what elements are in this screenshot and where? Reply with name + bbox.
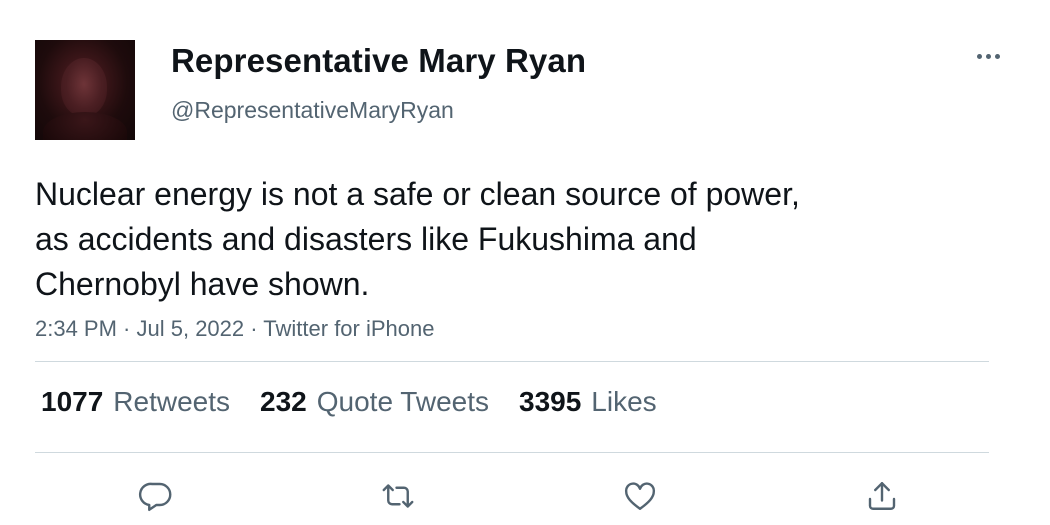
heart-icon xyxy=(624,482,656,510)
divider xyxy=(35,452,989,453)
retweets-label: Retweets xyxy=(113,386,231,417)
more-dot-icon xyxy=(976,53,982,59)
more-dot-icon xyxy=(994,53,1000,59)
quote-tweets-stat[interactable]: 232 Quote Tweets xyxy=(260,386,489,418)
likes-label: Likes xyxy=(591,386,657,417)
meta-separator: · xyxy=(116,316,137,341)
tweet-meta: 2:34 PM · Jul 5, 2022 · Twitter for iPho… xyxy=(35,316,434,342)
reply-icon xyxy=(138,482,172,511)
likes-count: 3395 xyxy=(519,386,582,417)
retweets-count: 1077 xyxy=(41,386,104,417)
avatar-face xyxy=(61,58,107,116)
share-button[interactable] xyxy=(860,474,904,518)
likes-stat[interactable]: 3395 Likes xyxy=(519,386,657,418)
share-icon xyxy=(868,482,896,510)
quote-tweets-count: 232 xyxy=(260,386,307,417)
tweet-time[interactable]: 2:34 PM xyxy=(35,316,117,341)
tweet-card: Representative Mary Ryan @Representative… xyxy=(0,0,1050,525)
tweet-source[interactable]: Twitter for iPhone xyxy=(263,316,434,341)
meta-separator: · xyxy=(244,316,264,341)
reply-button[interactable] xyxy=(134,474,178,518)
like-button[interactable] xyxy=(618,474,662,518)
retweet-icon xyxy=(382,484,414,508)
more-options-button[interactable] xyxy=(970,44,1006,68)
avatar-shoulders xyxy=(43,112,127,140)
tweet-stats: 1077 Retweets 232 Quote Tweets 3395 Like… xyxy=(41,386,687,418)
retweets-stat[interactable]: 1077 Retweets xyxy=(41,386,230,418)
divider xyxy=(35,361,989,362)
more-dot-icon xyxy=(985,53,991,59)
retweet-button[interactable] xyxy=(376,474,420,518)
user-handle[interactable]: @RepresentativeMaryRyan xyxy=(171,97,454,124)
quote-tweets-label: Quote Tweets xyxy=(316,386,489,417)
tweet-date[interactable]: Jul 5, 2022 xyxy=(137,316,245,341)
tweet-actions xyxy=(0,474,1050,518)
avatar[interactable] xyxy=(35,40,135,140)
display-name[interactable]: Representative Mary Ryan xyxy=(171,42,586,80)
tweet-text: Nuclear energy is not a safe or clean so… xyxy=(35,176,800,302)
